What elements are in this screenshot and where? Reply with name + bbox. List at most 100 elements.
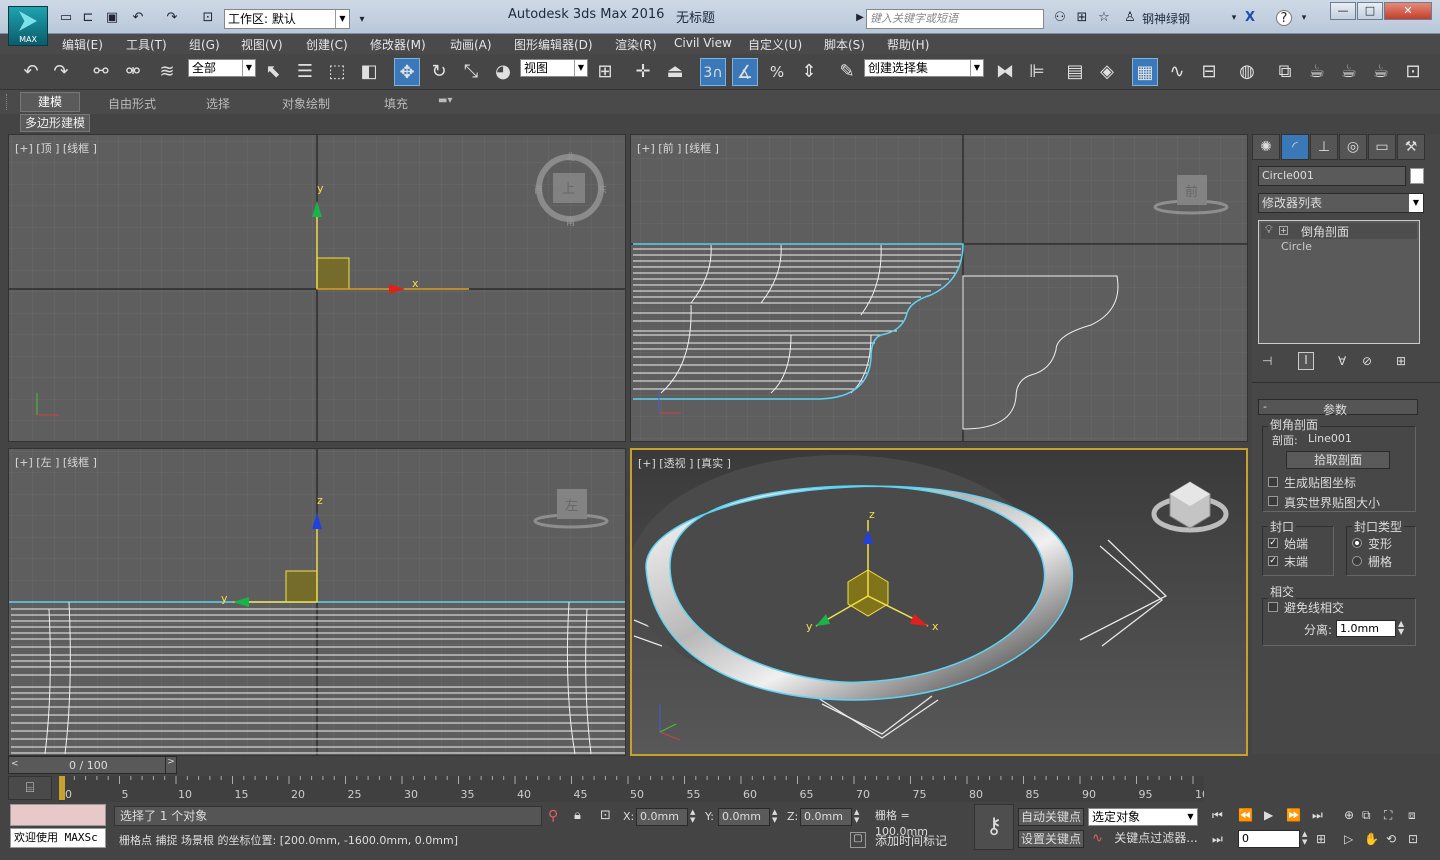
gen-mapping-checkbox[interactable] xyxy=(1268,477,1278,487)
pan-hand-icon[interactable]: ✋ xyxy=(1364,832,1379,846)
parameters-rollout-header[interactable]: - 参数 xyxy=(1258,399,1418,417)
undo-icon[interactable]: ↶ xyxy=(18,58,44,86)
pin-stack-icon[interactable]: ⊣ xyxy=(1262,354,1272,368)
motion-tab-icon[interactable]: ◎ xyxy=(1339,134,1367,160)
schematic-view-icon[interactable]: ⊟ xyxy=(1196,58,1222,86)
modify-tab-arc-icon[interactable]: ◜ xyxy=(1281,134,1309,160)
menu-modifiers[interactable]: 修改器(M) xyxy=(370,36,426,53)
zoom-extents-icon[interactable]: ⧉ xyxy=(1362,808,1371,823)
ribbon-tab-selection[interactable]: 选择 xyxy=(206,95,230,112)
quick-access-menu-icon[interactable]: ▾ xyxy=(354,12,370,28)
avoid-intersections-checkbox[interactable] xyxy=(1268,602,1278,612)
next-frame-icon[interactable]: ⏩ xyxy=(1286,808,1301,822)
ribbon-tab-freeform[interactable]: 自由形式 xyxy=(108,95,156,112)
zoom-all-icon[interactable]: ⊕ xyxy=(1344,808,1354,822)
previous-frame-icon[interactable]: ⏪ xyxy=(1238,808,1253,822)
auto-key-button[interactable]: 自动关键点 xyxy=(1018,808,1084,826)
menu-animation[interactable]: 动画(A) xyxy=(450,36,492,53)
remove-modifier-icon[interactable]: ⊘ xyxy=(1362,354,1372,368)
time-config-icon[interactable]: ⊞ xyxy=(1316,832,1326,846)
lock-selection-icon[interactable]: 🔒︎ xyxy=(574,808,581,823)
select-and-rotate-icon[interactable]: ↻ xyxy=(426,58,452,86)
new-file-icon[interactable]: ▭ xyxy=(58,10,74,26)
mini-curve-editor-icon[interactable]: ⌸ xyxy=(8,776,52,800)
menu-graph-editors[interactable]: 图形编辑器(D) xyxy=(514,36,593,53)
orbit-icon[interactable]: ⟲ xyxy=(1386,832,1396,846)
percent-snap-icon[interactable]: % xyxy=(764,58,790,86)
time-next-icon[interactable]: > xyxy=(165,756,177,774)
layers-icon[interactable]: ◈ xyxy=(1094,58,1120,86)
zoom-extents-all-icon[interactable]: ⛶ xyxy=(1384,808,1392,823)
angle-snap-icon[interactable]: ∡ xyxy=(732,58,758,86)
align-icon[interactable]: ⊫ xyxy=(1024,58,1050,86)
pivot-center-icon[interactable]: ⊞ xyxy=(592,58,618,86)
viewport-left-label[interactable]: [+] [左 ] [线框 ] xyxy=(15,454,97,470)
window-crossing-icon[interactable]: ◧ xyxy=(356,58,382,86)
help-icon[interactable]: ? xyxy=(1276,10,1292,26)
play-icon[interactable]: ▶ xyxy=(1264,808,1273,822)
layer-manager-icon[interactable]: ▤ xyxy=(1062,58,1088,86)
viewport-perspective-canvas[interactable]: z x y xyxy=(632,450,1246,754)
menu-help[interactable]: 帮助(H) xyxy=(887,36,929,53)
cap-type-morph-radio[interactable] xyxy=(1352,538,1362,548)
welcome-text[interactable]: 欢迎使用 MAXSc xyxy=(10,828,106,848)
frame-spinner-icon[interactable]: ▲ ▼ xyxy=(1302,830,1307,846)
viewport-top[interactable]: y x 上 北 南 西 东 [+] [顶 ] [线框 ] xyxy=(8,134,626,442)
exchange-icon[interactable]: X xyxy=(1242,10,1258,26)
select-object-icon[interactable]: ⬉ xyxy=(260,58,286,86)
time-tag-icon[interactable]: ▢ xyxy=(850,832,866,848)
viewport-top-canvas[interactable]: y x 上 北 南 西 东 xyxy=(9,135,626,442)
maximize-viewport-icon[interactable]: ⊡ xyxy=(1408,832,1418,846)
save-icon[interactable]: ▣ xyxy=(104,10,120,26)
key-mode-toggle-icon[interactable]: ⏭ xyxy=(1212,832,1223,847)
bind-to-space-warp-icon[interactable]: ≋ xyxy=(154,58,180,86)
y-spinner-icon[interactable]: ▲ ▼ xyxy=(772,808,777,824)
open-file-icon[interactable]: ⊏ xyxy=(80,10,96,26)
utilities-tab-hammer-icon[interactable]: ⚒ xyxy=(1397,134,1425,160)
viewport-front-canvas[interactable]: 前 xyxy=(631,135,1248,442)
menu-views[interactable]: 视图(V) xyxy=(241,36,283,53)
viewport-perspective[interactable]: z x y [+] [透视 ] [真实 ] xyxy=(630,448,1248,756)
edit-named-selection-icon[interactable]: ✎ xyxy=(834,58,860,86)
object-color-swatch[interactable] xyxy=(1410,168,1424,184)
menu-edit[interactable]: 编辑(E) xyxy=(62,36,103,53)
viewport-left[interactable]: z y 左 [+] [左 ] [线框 ] xyxy=(8,448,626,756)
select-and-move-icon[interactable]: ✥ xyxy=(394,58,420,86)
ribbon-tab-populate[interactable]: 填充 xyxy=(384,95,408,112)
workspace-dropdown[interactable]: 工作区: 默认 ▼ xyxy=(224,9,350,29)
ribbon-tab-object-paint[interactable]: 对象绘制 xyxy=(282,95,330,112)
z-coord-field[interactable]: 0.0mm xyxy=(800,808,852,826)
go-to-end-icon[interactable]: ⏭ xyxy=(1312,808,1323,823)
x-coord-field[interactable]: 0.0mm xyxy=(636,808,688,826)
rendered-frame-icon[interactable]: ☕ xyxy=(1304,58,1330,86)
render-iterative-icon[interactable]: ☕ xyxy=(1368,58,1394,86)
redo-icon[interactable]: ↷ xyxy=(164,10,180,26)
stack-item-bevel-profile[interactable]: 💡︎ + 倒角剖面 xyxy=(1261,223,1417,239)
render-in-cloud-icon[interactable]: ⊡ xyxy=(1400,58,1426,86)
trackbar[interactable]: 0 5 10 15 20 25 30 35 40 45 50 55 60 65 70 75 80 85 90 95 10… xyxy=(58,776,1216,802)
trackbar-ruler[interactable]: 0 5 10 15 20 25 30 35 40 45 50 55 60 65 70 75 80 85 90 95 10… xyxy=(58,776,1216,802)
subscription-icon[interactable]: ⊞ xyxy=(1074,10,1090,26)
expand-plus-icon[interactable]: + xyxy=(1279,226,1288,235)
unlink-icon[interactable]: ⚮ xyxy=(120,58,146,86)
key-filters-button[interactable]: 关键点过滤器... xyxy=(1110,830,1202,848)
x-spinner-icon[interactable]: ▲ ▼ xyxy=(690,808,695,824)
project-folder-icon[interactable]: ⊡ xyxy=(200,10,216,26)
time-prev-icon[interactable]: < xyxy=(11,759,19,769)
create-tab-sun-icon[interactable]: ✺ xyxy=(1252,134,1280,160)
go-to-start-icon[interactable]: ⏮ xyxy=(1212,808,1223,823)
isolate-selection-icon[interactable]: ⚲ xyxy=(548,808,558,824)
viewport-left-canvas[interactable]: z y 左 xyxy=(9,449,626,756)
viewport-front[interactable]: 前 [+] [前 ] [线框 ] xyxy=(630,134,1248,442)
viewport-top-label[interactable]: [+] [顶 ] [线框 ] xyxy=(15,140,97,156)
rectangular-selection-icon[interactable]: ⬚ xyxy=(324,58,350,86)
menu-customize[interactable]: 自定义(U) xyxy=(748,36,802,53)
user-name[interactable]: 钢神绿钢 xyxy=(1142,10,1190,27)
maxscript-listener-mini[interactable] xyxy=(10,804,106,826)
menu-create[interactable]: 创建(C) xyxy=(306,36,348,53)
y-coord-field[interactable]: 0.0mm xyxy=(718,808,770,826)
z-spinner-icon[interactable]: ▲ ▼ xyxy=(854,808,859,824)
cap-type-grid-radio[interactable] xyxy=(1352,556,1362,566)
key-mode-dropdown[interactable]: 选定对象 ▼ xyxy=(1088,808,1198,826)
help-dropdown-icon[interactable]: ▾ xyxy=(1296,10,1312,26)
